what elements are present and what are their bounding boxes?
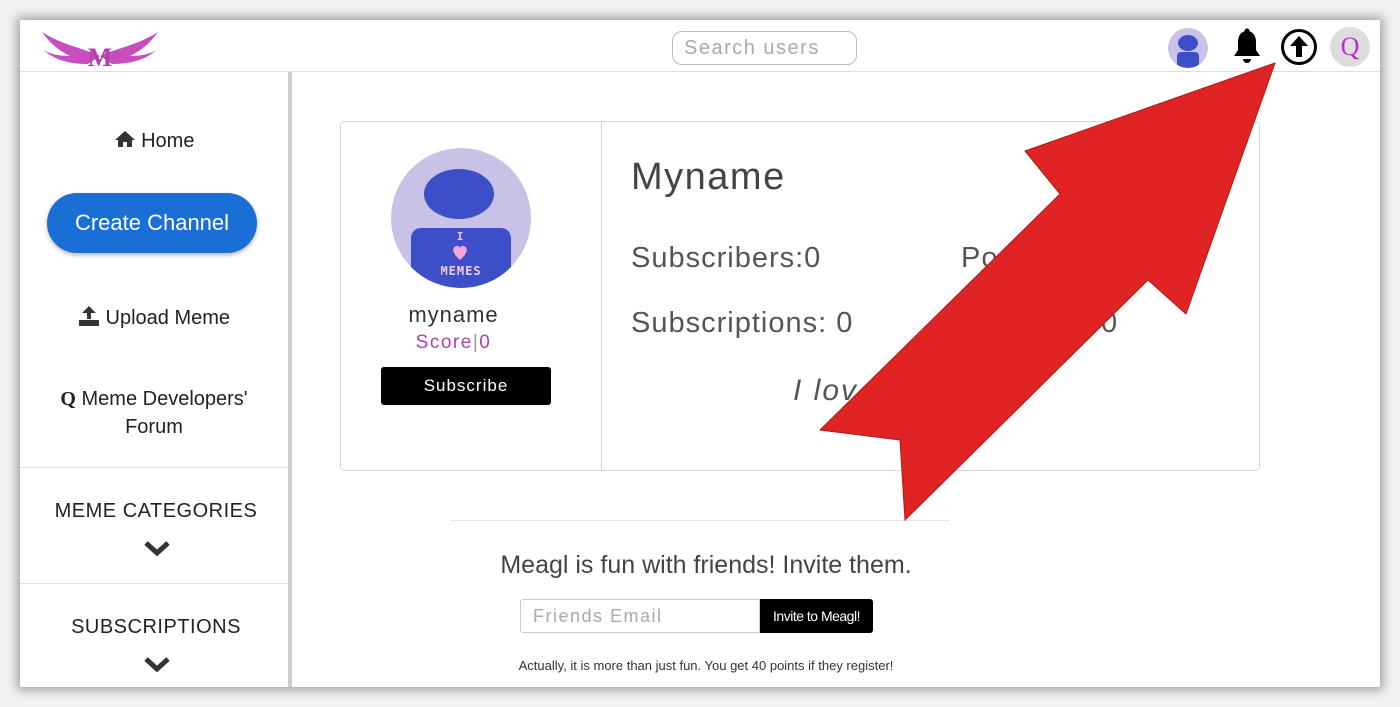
avatar-text-bottom: MEMES [440,264,481,278]
bell-icon[interactable] [1232,28,1262,66]
profile-avatar: I MEMES [391,148,531,288]
card-divider [601,122,602,470]
sidebar-divider [20,583,288,584]
sidebar-item-home[interactable]: Home [20,130,288,153]
forum-q-icon[interactable]: Q [1330,27,1370,67]
subscribers-stat: Subscribers:0 [631,242,821,275]
sidebar-divider [20,467,288,468]
subscriptions-value: 0 [836,307,854,339]
subscribers-label: Subscribers: [631,242,805,274]
invite-fine-print: Actually, it is more than just fun. You … [518,658,894,673]
posts-stat: Po [961,242,999,274]
score-label: Score [415,332,473,353]
subscriptions-stat: Subscriptions: 0 [631,307,853,340]
sidebar: Home Create Channel Upload Meme Q Meme D… [20,72,292,687]
chevron-down-icon[interactable] [144,540,170,556]
avatar-text-top: I [457,230,464,243]
forum-icon: Q [60,388,76,410]
subscribers-value: 0 [804,242,822,274]
profile-display-name: Myname [631,156,786,198]
sidebar-item-upload-meme[interactable]: Upload Meme [20,306,288,330]
score-value: 0 [479,332,492,353]
section-divider [450,520,950,521]
subscriptions-toggle[interactable]: SUBSCRIPTIONS [20,616,292,639]
profile-card: I MEMES myname Score|0 Subscribe Myname … [340,121,1260,471]
subscriptions-label: Subscriptions: [631,307,828,339]
meme-categories-toggle[interactable]: MEME CATEGORIES [20,500,292,523]
profile-bio: I lov [793,374,859,407]
create-channel-button[interactable]: Create Channel [47,193,257,253]
sidebar-home-label: Home [141,130,195,152]
app-window: M Q Home Create Channel [20,20,1380,687]
home-icon [114,131,135,147]
friends-email-input[interactable] [520,599,760,633]
logo-letter: M [88,43,113,68]
invite-button[interactable]: Invite to Meagl! [760,599,873,633]
top-navbar: M Q [20,20,1380,72]
second-stat-value: 0 [1101,307,1119,339]
header-avatar[interactable] [1168,28,1208,68]
avatar-image [1177,35,1199,68]
sidebar-upload-label: Upload Meme [105,307,231,329]
upload-circle-icon[interactable] [1280,28,1318,66]
subscribe-button[interactable]: Subscribe [381,367,551,405]
upload-icon [78,306,99,326]
search-input[interactable] [672,31,857,65]
avatar-image: I MEMES [411,169,511,288]
sidebar-item-forum[interactable]: Q Meme Developers' Forum [20,385,288,441]
profile-score: Score|0 [415,332,492,353]
sidebar-forum-label: Meme Developers' Forum [81,388,248,438]
profile-username: myname [408,302,499,327]
logo[interactable]: M [34,26,166,68]
chevron-down-icon[interactable] [144,656,170,672]
invite-title: Meagl is fun with friends! Invite them. [500,551,912,579]
